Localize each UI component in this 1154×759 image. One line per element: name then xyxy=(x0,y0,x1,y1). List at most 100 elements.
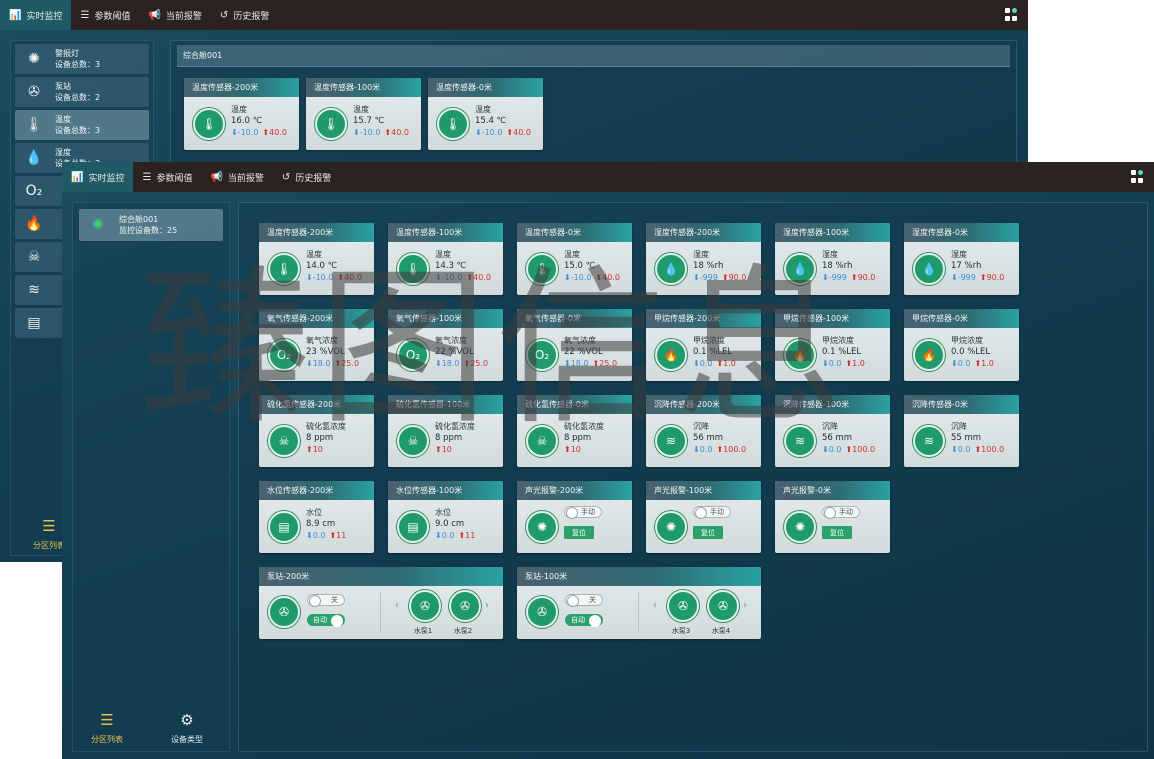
sensor-card[interactable]: 氧气传感器-0米 O₂ 氧气浓度 22 %VOL ⬇18.0 ⬆25.0 xyxy=(517,309,632,381)
sidebar-item-count: 设备总数：3 xyxy=(55,60,101,69)
low-threshold: ⬇-999 xyxy=(822,273,847,282)
zone-list-button[interactable]: ☰ 分区列表 xyxy=(91,711,123,745)
high-value: 1.0 xyxy=(852,359,865,368)
alarm-card[interactable]: 声光报警-100米 ✺ 手动 复位 xyxy=(646,481,761,553)
sensor-card[interactable]: 湿度传感器-200米 💧 湿度 18 %rh ⬇-999 ⬆90.0 xyxy=(646,223,761,295)
arrow-down-icon: ⬇ xyxy=(822,445,829,454)
sidebar-item-2[interactable]: 🌡 温度 设备总数：3 xyxy=(15,110,149,140)
low-value: 0.0 xyxy=(828,445,842,454)
zone-item[interactable]: ✺ 综合舱001 监控设备数：25 xyxy=(79,209,223,241)
tab-label: 实时监控 xyxy=(88,173,125,184)
alarm-card[interactable]: 声光报警-200米 ✺ 手动 复位 xyxy=(517,481,632,553)
thermometer-icon: 🌡 xyxy=(437,108,469,140)
pump-station-card[interactable]: 泵站-200米 ✇ 关自动 ‹ › ✇ ✇ 水泵1 水泵2 xyxy=(259,567,503,639)
pump-fan-icon[interactable]: ✇ xyxy=(667,590,699,622)
sensor-card[interactable]: 温度传感器-100米 🌡 温度 15.7 ℃ ⬇-10.0 ⬆40.0 xyxy=(306,78,421,150)
tab-3[interactable]: ↺ 历史报警 xyxy=(273,162,340,192)
sensor-card[interactable]: 温度传感器-200米 🌡 温度 14.0 ℃ ⬇-10.0 ⬆40.0 xyxy=(259,223,374,295)
device-type-button[interactable]: ⚙ 设备类型 xyxy=(171,711,203,745)
toggle-label: 手动 xyxy=(581,508,595,516)
sensor-card[interactable]: 温度传感器-200米 🌡 温度 16.0 ℃ ⬇-10.0 ⬆40.0 xyxy=(184,78,299,150)
threshold-range: ⬇18.0 ⬆25.0 xyxy=(435,359,488,368)
top-nav-bar: 📊 实时监控 ☰ 参数阈值 📢 当前报警 ↺ 历史报警 xyxy=(0,0,1028,30)
sensor-card[interactable]: 甲烷传感器-100米 🔥 甲烷浓度 0.1 %LEL ⬇0.0 ⬆1.0 xyxy=(775,309,890,381)
sensor-card[interactable]: 硫化氢传感器-100米 ☠ 硫化氢浓度 8 ppm ⬆10 xyxy=(388,395,503,467)
auto-toggle[interactable]: 自动 xyxy=(307,614,345,627)
card-body: O₂ 氧气浓度 23 %VOL ⬇18.0 ⬆25.0 xyxy=(259,328,374,381)
chevron-left-icon[interactable]: ‹ xyxy=(653,600,657,611)
low-value: -10.0 xyxy=(312,273,334,282)
sensor-card[interactable]: 湿度传感器-100米 💧 湿度 18 %rh ⬇-999 ⬆90.0 xyxy=(775,223,890,295)
device-type-label: 设备类型 xyxy=(171,735,203,744)
chevron-left-icon[interactable]: ‹ xyxy=(395,600,399,611)
pump-fan-icon[interactable]: ✇ xyxy=(449,590,481,622)
manual-toggle[interactable]: 手动 xyxy=(822,506,860,519)
sensor-card[interactable]: 温度传感器-0米 🌡 温度 15.0 ℃ ⬇-10.0 ⬆40.0 xyxy=(517,223,632,295)
manual-toggle[interactable]: 手动 xyxy=(693,506,731,519)
reset-button[interactable]: 复位 xyxy=(822,526,852,539)
pump-station-card[interactable]: 泵站-100米 ✇ 关自动 ‹ › ✇ ✇ 水泵3 水泵4 xyxy=(517,567,761,639)
settlement-icon: ≋ xyxy=(784,425,816,457)
device-type-icon: ⚙ xyxy=(180,711,194,729)
grid-menu-icon[interactable] xyxy=(1005,8,1018,21)
sensor-value: 56 mm xyxy=(822,433,853,443)
grid-menu-icon[interactable] xyxy=(1131,170,1144,183)
sensor-card[interactable]: 温度传感器-100米 🌡 温度 14.3 ℃ ⬇-10.0 ⬆40.0 xyxy=(388,223,503,295)
sensor-card[interactable]: 硫化氢传感器-200米 ☠ 硫化氢浓度 8 ppm ⬆10 xyxy=(259,395,374,467)
sensor-value: 15.4 ℃ xyxy=(475,116,507,126)
tab-2[interactable]: 📢 当前报警 xyxy=(201,162,272,192)
sensor-card[interactable]: 沉降传感器-0米 ≋ 沉降 55 mm ⬇0.0 ⬆100.0 xyxy=(904,395,1019,467)
pump-fan-icon[interactable]: ✇ xyxy=(409,590,441,622)
tab-1[interactable]: ☰ 参数阈值 xyxy=(133,162,201,192)
sensor-card[interactable]: 甲烷传感器-0米 🔥 甲烷浓度 0.0 %LEL ⬇0.0 ⬆1.0 xyxy=(904,309,1019,381)
reset-button[interactable]: 复位 xyxy=(693,526,723,539)
arrow-up-icon: ⬆ xyxy=(435,445,442,454)
high-threshold: ⬆40.0 xyxy=(384,128,409,137)
arrow-down-icon: ⬇ xyxy=(951,445,958,454)
sensor-card[interactable]: 沉降传感器-200米 ≋ 沉降 56 mm ⬇0.0 ⬆100.0 xyxy=(646,395,761,467)
sidebar-item-1[interactable]: ✇ 泵站 设备总数：2 xyxy=(15,77,149,107)
arrow-down-icon: ⬇ xyxy=(435,359,442,368)
card-title: 温度传感器-200米 xyxy=(259,223,374,242)
chevron-right-icon[interactable]: › xyxy=(485,600,489,611)
sensor-card[interactable]: 硫化氢传感器-0米 ☠ 硫化氢浓度 8 ppm ⬆10 xyxy=(517,395,632,467)
card-title: 甲烷传感器-0米 xyxy=(904,309,1019,328)
auto-toggle[interactable]: 自动 xyxy=(565,614,603,627)
chevron-right-icon[interactable]: › xyxy=(743,600,747,611)
sidebar-item-0[interactable]: ✺ 警报灯 设备总数：3 xyxy=(15,44,149,74)
tab-1[interactable]: ☰ 参数阈值 xyxy=(71,0,139,30)
sensor-card[interactable]: 甲烷传感器-200米 🔥 甲烷浓度 0.1 %LEL ⬇0.0 ⬆1.0 xyxy=(646,309,761,381)
low-threshold: ⬇18.0 xyxy=(306,359,331,368)
sensor-card[interactable]: 氧气传感器-100米 O₂ 氧气浓度 22 %VOL ⬇18.0 ⬆25.0 xyxy=(388,309,503,381)
high-threshold: ⬆25.0 xyxy=(593,359,618,368)
low-value: 18.0 xyxy=(441,359,460,368)
sensor-value: 0.0 %LEL xyxy=(951,347,991,357)
tab-0[interactable]: 📊 实时监控 xyxy=(62,162,134,192)
low-value: 0.0 xyxy=(312,531,326,540)
alarm-card[interactable]: 声光报警-0米 ✺ 手动 复位 xyxy=(775,481,890,553)
tab-3[interactable]: ↺ 历史报警 xyxy=(211,0,278,30)
tab-0[interactable]: 📊 实时监控 xyxy=(0,0,72,30)
tab-2[interactable]: 📢 当前报警 xyxy=(139,0,210,30)
sensor-label: 沉降 xyxy=(951,422,967,431)
pump-fan-icon[interactable]: ✇ xyxy=(707,590,739,622)
power-toggle[interactable]: 关 xyxy=(307,594,345,607)
zone-list-button[interactable]: ☰ 分区列表 xyxy=(33,517,65,551)
sensor-card[interactable]: 水位传感器-100米 ▤ 水位 9.0 cm ⬇0.0 ⬆11 xyxy=(388,481,503,553)
high-threshold: ⬆10 xyxy=(564,445,581,454)
reset-button[interactable]: 复位 xyxy=(564,526,594,539)
sensor-card[interactable]: 湿度传感器-0米 💧 湿度 17 %rh ⬇-999 ⬆90.0 xyxy=(904,223,1019,295)
sensor-card[interactable]: 沉降传感器-100米 ≋ 沉降 56 mm ⬇0.0 ⬆100.0 xyxy=(775,395,890,467)
sensor-card[interactable]: 氧气传感器-200米 O₂ 氧气浓度 23 %VOL ⬇18.0 ⬆25.0 xyxy=(259,309,374,381)
card-title: 氧气传感器-0米 xyxy=(517,309,632,328)
oxygen-icon: O₂ xyxy=(397,339,429,371)
sensor-card[interactable]: 水位传感器-200米 ▤ 水位 8.9 cm ⬇0.0 ⬆11 xyxy=(259,481,374,553)
power-toggle[interactable]: 关 xyxy=(565,594,603,607)
thermometer-icon: 🌡 xyxy=(193,108,225,140)
history-icon: ↺ xyxy=(281,171,291,183)
sensor-card[interactable]: 温度传感器-0米 🌡 温度 15.4 ℃ ⬇-10.0 ⬆40.0 xyxy=(428,78,543,150)
high-threshold: ⬆1.0 xyxy=(974,359,993,368)
manual-toggle[interactable]: 手动 xyxy=(564,506,602,519)
toggle-knob xyxy=(309,595,321,607)
card-body: ✺ 手动 复位 xyxy=(646,500,761,553)
